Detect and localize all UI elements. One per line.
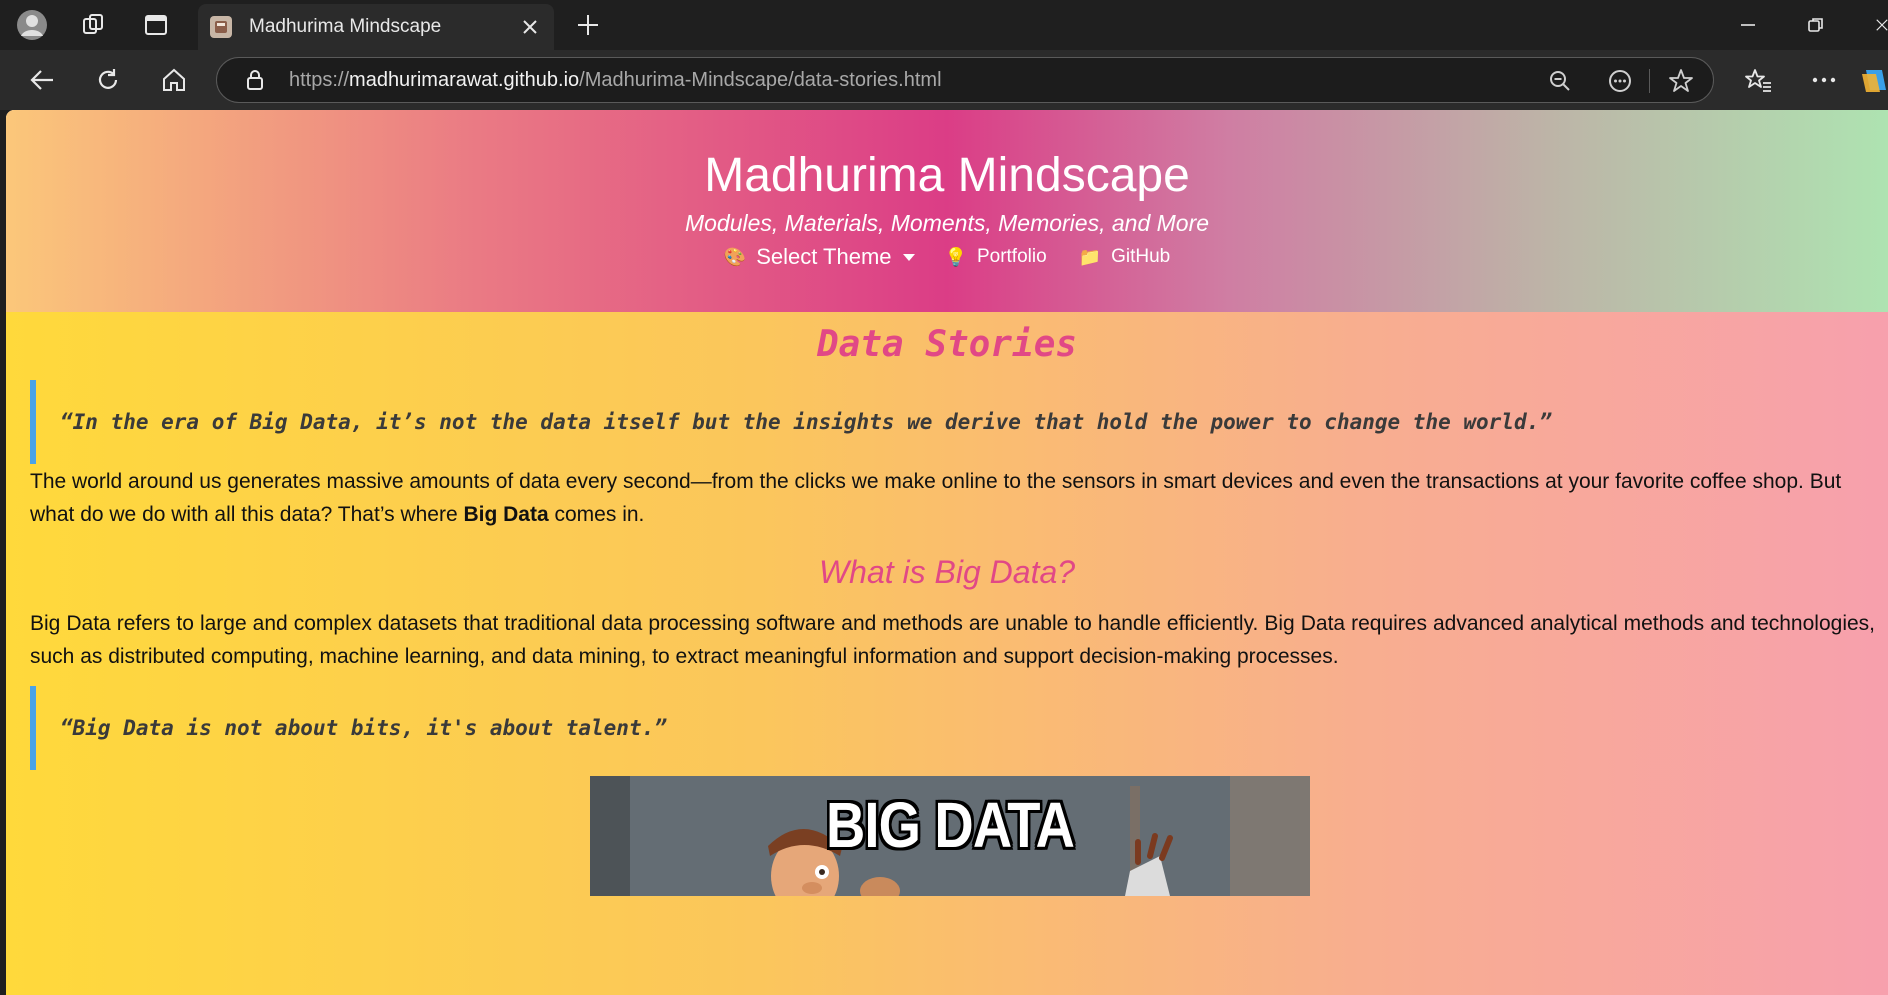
intro-bold-term: Big Data: [463, 503, 549, 526]
select-theme-label: Select Theme: [756, 244, 892, 269]
tab-actions-icon: [145, 15, 167, 35]
browser-essentials-button[interactable]: [1603, 65, 1637, 97]
lock-icon[interactable]: [243, 68, 267, 92]
active-tab[interactable]: Madhurima Mindscape: [198, 4, 554, 50]
minimize-icon: [1741, 24, 1755, 26]
browser-tab-bar: Madhurima Mindscape: [0, 0, 1888, 50]
quote-text: “In the era of Big Data, it’s not the da…: [60, 410, 1552, 434]
meme-caption: BIG DATA: [825, 789, 1075, 861]
url-path: /Madhurima-Mindscape/data-stories.html: [579, 69, 942, 91]
workspaces-button[interactable]: [66, 0, 122, 50]
new-tab-button[interactable]: [560, 0, 616, 50]
copilot-button[interactable]: [1860, 56, 1888, 104]
workspaces-icon: [83, 14, 103, 34]
select-theme-dropdown[interactable]: 🎨 Select Theme: [724, 244, 915, 270]
site-title: Madhurima Mindscape: [704, 149, 1190, 202]
address-bar-divider: [1649, 69, 1650, 93]
github-label: GitHub: [1111, 246, 1171, 267]
site-subtitle: Modules, Materials, Moments, Memories, a…: [684, 210, 1210, 236]
profile-avatar[interactable]: [4, 0, 60, 50]
settings-more-button[interactable]: [1798, 56, 1850, 104]
intro-text-start: The world around us generates massive am…: [30, 470, 1842, 526]
star-icon: [1669, 69, 1693, 92]
github-link[interactable]: 📁 GitHub: [1079, 246, 1171, 268]
page-title: Data Stories: [816, 324, 1078, 365]
url-text[interactable]: https://madhurimarawat.github.io/Madhuri…: [289, 69, 942, 92]
tab-actions-button[interactable]: [128, 0, 184, 50]
refresh-icon: [98, 69, 118, 89]
close-icon: [523, 20, 537, 34]
zoom-out-icon: [1550, 71, 1570, 91]
restore-icon: [1808, 18, 1823, 32]
back-button[interactable]: [16, 56, 68, 104]
site-favicon-icon: [210, 16, 232, 38]
big-data-meme-image: BIG DATA: [590, 776, 1310, 896]
intro-text-end: comes in.: [548, 503, 645, 526]
more-circle-icon: [1609, 70, 1631, 92]
copilot-icon: [1862, 70, 1886, 92]
favorites-list-icon: [1745, 69, 1771, 92]
plus-icon: [578, 15, 598, 35]
home-icon: [163, 68, 185, 91]
close-window-icon: [1876, 19, 1888, 31]
site-header: Madhurima Mindscape Modules, Materials, …: [6, 110, 1888, 312]
page-viewport: Madhurima Mindscape Modules, Materials, …: [6, 110, 1888, 995]
url-scheme: https://: [289, 69, 350, 91]
tab-close-button[interactable]: [510, 7, 550, 47]
close-window-button[interactable]: [1850, 0, 1888, 50]
intro-paragraph: The world around us generates massive am…: [30, 465, 1875, 531]
profile-icon: [17, 10, 47, 40]
more-horizontal-icon: [1812, 77, 1836, 83]
back-arrow-icon: [30, 70, 53, 90]
palette-icon: 🎨: [723, 246, 747, 267]
site-nav: 🎨 Select Theme 💡 Portfolio 📁 GitHub: [6, 244, 1888, 270]
favorites-button[interactable]: [1732, 56, 1784, 104]
quote-text-2: “Big Data is not about bits, it's about …: [60, 716, 667, 740]
section-paragraph: Big Data refers to large and complex dat…: [30, 612, 1875, 668]
url-host: madhurimarawat.github.io: [349, 69, 580, 91]
caret-down-icon: [902, 253, 915, 261]
portfolio-link[interactable]: 💡 Portfolio: [945, 246, 1047, 268]
browser-toolbar: https://madhurimarawat.github.io/Madhuri…: [0, 50, 1888, 110]
folder-icon: 📁: [1078, 246, 1102, 267]
address-bar[interactable]: https://madhurimarawat.github.io/Madhuri…: [216, 57, 1714, 103]
restore-button[interactable]: [1782, 0, 1850, 50]
minimize-button[interactable]: [1714, 0, 1782, 50]
refresh-button[interactable]: [82, 56, 134, 104]
portfolio-label: Portfolio: [976, 246, 1047, 267]
quote-block: “In the era of Big Data, it’s not the da…: [30, 380, 1860, 464]
section-heading: What is Big Data?: [818, 554, 1076, 590]
tab-title: Madhurima Mindscape: [249, 16, 442, 37]
zoom-button[interactable]: [1543, 65, 1577, 97]
quote-block-2: “Big Data is not about bits, it's about …: [30, 686, 1860, 770]
lightbulb-icon: 💡: [944, 246, 967, 267]
home-button[interactable]: [148, 56, 200, 104]
favorite-button[interactable]: [1664, 65, 1698, 97]
